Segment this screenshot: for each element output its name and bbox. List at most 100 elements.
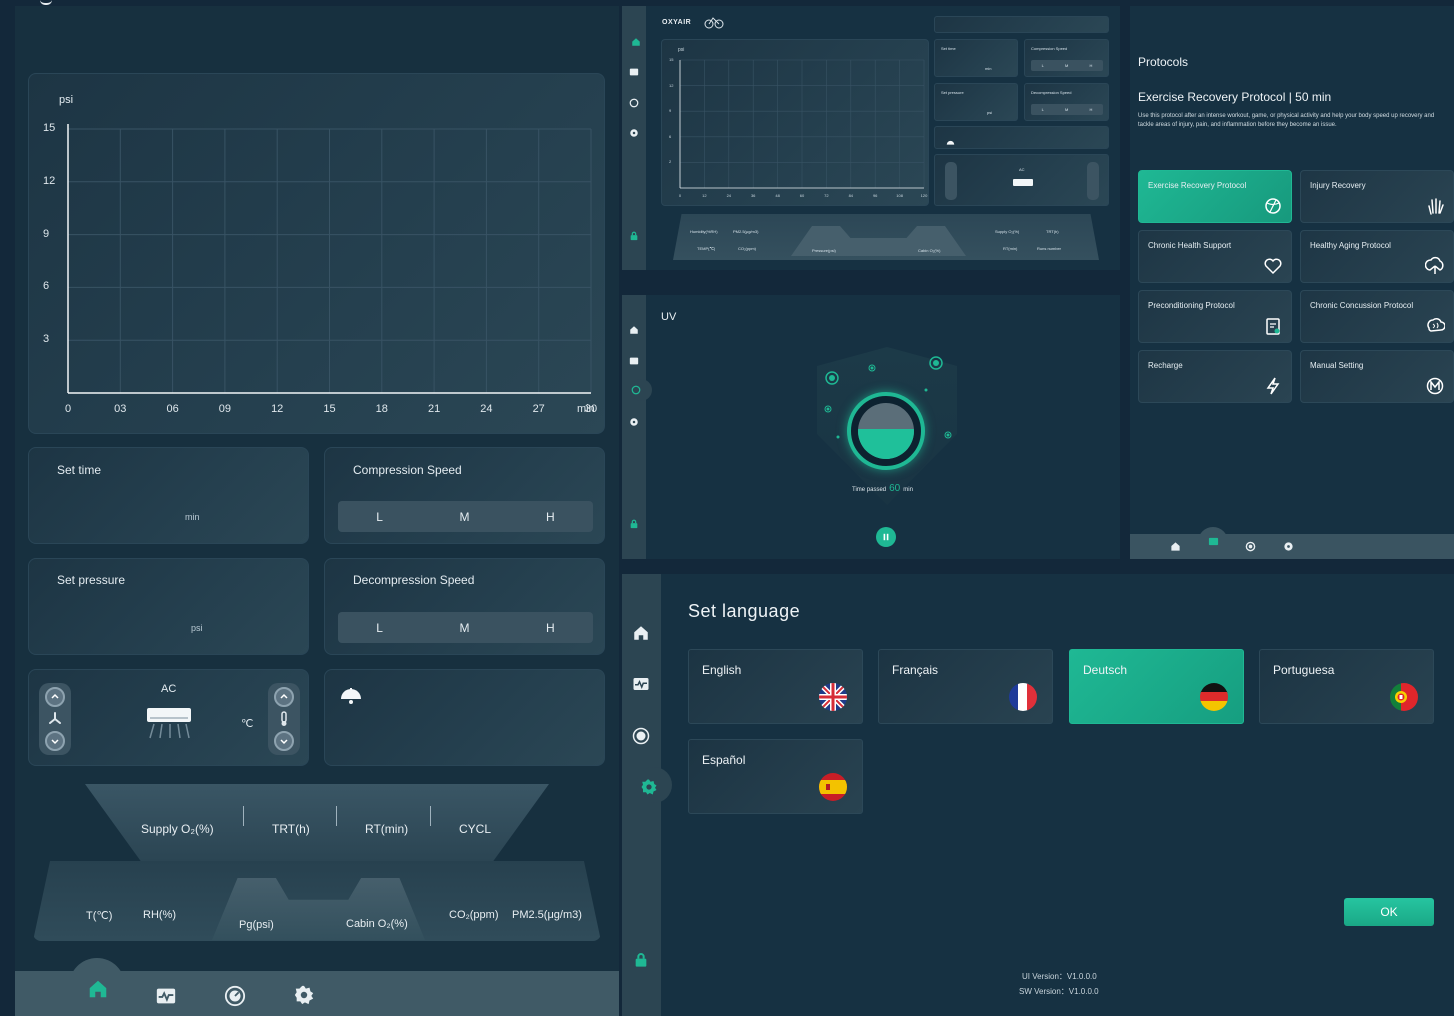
temp-control	[268, 683, 300, 755]
lang-home-icon[interactable]	[632, 624, 650, 642]
uv-screen: UV Time passed 60 min	[622, 295, 1120, 559]
fan-control	[39, 683, 71, 755]
uv-pause-button[interactable]	[876, 527, 896, 547]
set-pressure-card[interactable]: Set pressure psi	[28, 558, 309, 655]
mini-compression-seg[interactable]: L M H	[1031, 60, 1103, 71]
main-screen: psi 15 12 9 6 3 0 03 06 09 12 15 18 21 24 27 30 min Set…	[15, 6, 619, 1016]
protocol-card-1[interactable]: Injury Recovery	[1300, 170, 1454, 223]
monitor-icon[interactable]	[155, 985, 177, 1007]
stat-bottom-3: Cabin O₂(%)	[346, 918, 408, 930]
clipboard-icon	[1263, 316, 1283, 336]
x-tick-label: 03	[114, 403, 127, 415]
mini-comp-h[interactable]: H	[1090, 63, 1093, 68]
decompression-high[interactable]: H	[546, 621, 555, 635]
compression-mid[interactable]: M	[460, 510, 470, 524]
decompression-low[interactable]: L	[376, 621, 383, 635]
mini-x-tick: 48	[775, 193, 780, 198]
protocol-card-0[interactable]: Exercise Recovery Protocol	[1138, 170, 1292, 223]
protocol-card-7[interactable]: Manual Setting	[1300, 350, 1454, 403]
uv-fluid	[858, 403, 914, 459]
mini-lock-icon[interactable]	[629, 231, 639, 241]
x-tick-label: 09	[218, 403, 232, 415]
protocols-home-icon[interactable]	[1170, 541, 1181, 552]
protocol-card-4[interactable]: Preconditioning Protocol	[1138, 290, 1292, 343]
fan-down-button[interactable]	[45, 731, 65, 751]
compression-low[interactable]: L	[376, 510, 383, 524]
mini-set-pressure-unit: psi	[987, 110, 993, 115]
mini-decomp-m[interactable]: M	[1065, 107, 1068, 112]
corner-mark	[40, 0, 52, 5]
ac-temp-unit: ℃	[241, 718, 254, 730]
lamp-card[interactable]	[324, 669, 605, 766]
protocol-card-5[interactable]: Chronic Concussion Protocol	[1300, 290, 1454, 343]
mini-y-tick: 6	[669, 133, 672, 139]
ball-icon	[1263, 196, 1283, 216]
set-pressure-unit: psi	[191, 623, 203, 633]
lang-gear-icon[interactable]	[640, 778, 658, 796]
lang-deutsch[interactable]: Deutsch	[1069, 649, 1244, 724]
protocol-card-6[interactable]: Recharge	[1138, 350, 1292, 403]
home-icon[interactable]	[87, 978, 109, 1000]
mini-home-icon[interactable]	[631, 37, 641, 47]
decompression-mid[interactable]: M	[460, 621, 470, 635]
mini-x-tick: 24	[726, 193, 732, 198]
x-tick-label: 06	[166, 403, 179, 415]
protocols-gear-icon[interactable]	[1283, 541, 1294, 552]
lang-gauge-icon[interactable]	[632, 727, 650, 745]
temp-up-button[interactable]	[274, 687, 294, 707]
uv-progress-ring	[847, 392, 925, 470]
protocol-card-2[interactable]: Chronic Health Support	[1138, 230, 1292, 283]
decompression-speed-selector[interactable]: L M H	[338, 612, 593, 643]
mini-gauge-icon[interactable]	[629, 98, 639, 108]
lang-espanol-label: Español	[702, 753, 746, 767]
ok-button[interactable]: OK	[1344, 898, 1434, 926]
mini-decomp-h[interactable]: H	[1090, 107, 1093, 112]
protocols-monitor-icon[interactable]	[1208, 536, 1219, 547]
lang-portuguesa-label: Portuguesa	[1273, 663, 1335, 677]
mini-ac-left-controls[interactable]	[945, 162, 957, 200]
mini-gear-icon[interactable]	[629, 128, 639, 138]
mini-stat-lb-1: CO₂(ppm)	[738, 246, 756, 251]
protocols-gauge-icon[interactable]	[1245, 541, 1256, 552]
lang-monitor-icon[interactable]	[632, 675, 650, 693]
mini-compression: Compression Speed L M H	[1024, 39, 1109, 77]
compression-speed-selector[interactable]: L M H	[338, 501, 593, 532]
mini-monitor-icon[interactable]	[629, 67, 639, 77]
mini-comp-l[interactable]: L	[1042, 63, 1044, 68]
gauge-icon[interactable]	[224, 985, 246, 1007]
lang-lock-icon[interactable]	[633, 952, 649, 968]
mini-set-pressure[interactable]: Set pressure psi	[934, 83, 1018, 121]
mini-set-time[interactable]: Set time min	[934, 39, 1018, 77]
compression-speed-card: Compression Speed L M H	[324, 447, 605, 544]
protocol-card-3[interactable]: Healthy Aging Protocol	[1300, 230, 1454, 283]
compression-high[interactable]: H	[546, 510, 555, 524]
set-time-card[interactable]: Set time min	[28, 447, 309, 544]
mini-decompression-label: Decompression Speed	[1031, 90, 1072, 95]
lang-francais[interactable]: Français	[878, 649, 1053, 724]
lang-portuguesa[interactable]: Portuguesa	[1259, 649, 1434, 724]
set-time-unit: min	[185, 512, 200, 522]
stat-bottom-1: RH(%)	[143, 909, 176, 921]
temp-down-button[interactable]	[274, 731, 294, 751]
x-tick-label: 15	[323, 403, 336, 415]
mini-comp-m[interactable]: M	[1065, 63, 1068, 68]
x-tick-label: 0	[64, 403, 72, 415]
mini-ac-right-controls[interactable]	[1087, 162, 1099, 200]
mini-x-tick: 0	[678, 193, 682, 198]
mini-x-tick: 120	[920, 193, 928, 198]
mini-top-bar	[934, 16, 1109, 33]
y-tick-label: 9	[43, 227, 50, 240]
gear-icon[interactable]	[293, 984, 315, 1006]
x-tick-label: 27	[532, 403, 545, 415]
lang-espanol[interactable]: Español	[688, 739, 863, 814]
mini-decomp-l[interactable]: L	[1042, 107, 1044, 112]
fan-up-button[interactable]	[45, 687, 65, 707]
sw-version: SW Version：V1.0.0.0	[1019, 987, 1099, 996]
lang-english[interactable]: English	[688, 649, 863, 724]
mini-lamp[interactable]	[934, 126, 1109, 149]
language-screen: Set language English Français Deutsch Po…	[622, 574, 1454, 1016]
stat-top-1: TRT(h)	[272, 822, 310, 836]
hand-icon	[1425, 196, 1445, 216]
mini-decompression-seg[interactable]: L M H	[1031, 104, 1103, 115]
heart-icon	[1263, 256, 1283, 276]
